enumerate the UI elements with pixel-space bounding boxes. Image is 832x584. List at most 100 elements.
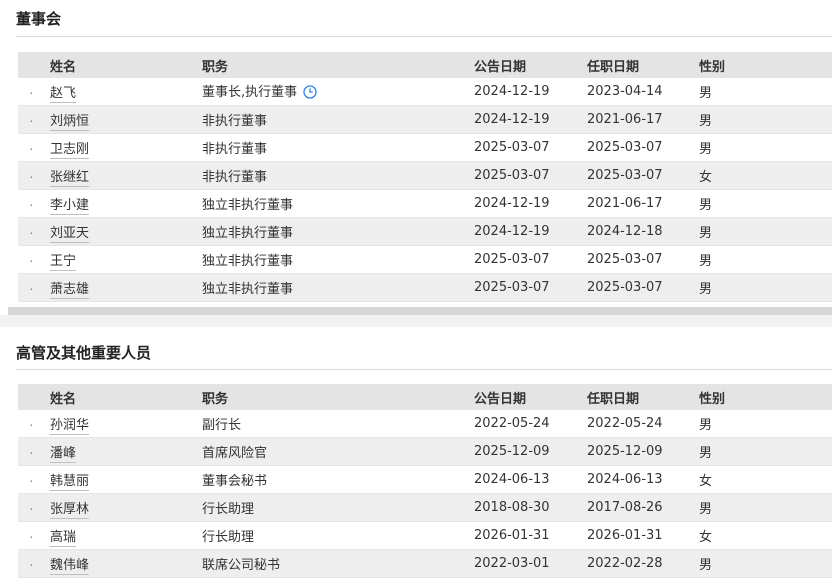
person-name-link[interactable]: 赵飞	[50, 86, 77, 103]
col-header-sex[interactable]: 性别	[699, 52, 832, 78]
table-row[interactable]: 李小建 独立非执行董事 2024-12-19 2021-06-17 男	[18, 189, 832, 218]
person-name-link[interactable]: 萧志雄	[50, 282, 90, 299]
col-header-post[interactable]: 职务	[170, 384, 474, 410]
table-row[interactable]: 王宁 独立非执行董事 2025-03-07 2025-03-07 男	[18, 245, 832, 274]
expand-triangle-icon[interactable]	[30, 117, 32, 122]
announce-date: 2024-06-13	[474, 472, 550, 487]
table-row[interactable]: 刘亚天 独立非执行董事 2024-12-19 2024-12-18 男	[18, 217, 832, 246]
executives-header-row: 姓名 职务 公告日期 任职日期 性别	[18, 384, 832, 410]
expand-triangle-icon[interactable]	[30, 449, 32, 454]
table-row[interactable]: 萧志雄 独立非执行董事 2025-03-07 2025-03-07 男	[18, 273, 832, 302]
expand-triangle-icon[interactable]	[30, 89, 32, 94]
expand-triangle-icon[interactable]	[30, 145, 32, 150]
table-row[interactable]: 张继红 非执行董事 2025-03-07 2025-03-07 女	[18, 161, 832, 190]
start-date: 2022-02-28	[587, 556, 663, 571]
person-name-link[interactable]: 刘亚天	[50, 226, 90, 243]
board-table: 姓名 职务 公告日期 任职日期 性别 赵飞 董事长,执行董事 2024-12-19 2…	[18, 52, 832, 302]
post-text: 独立非执行董事	[202, 226, 294, 241]
announce-date: 2024-12-19	[474, 84, 550, 99]
executives-title-divider	[16, 369, 832, 370]
announce-date: 2024-12-19	[474, 224, 550, 239]
start-date: 2023-04-14	[587, 84, 663, 99]
executives-title: 高管及其他重要人员	[16, 344, 152, 362]
start-date: 2025-03-07	[587, 280, 663, 295]
col-header-start-date[interactable]: 任职日期	[587, 52, 699, 78]
executives-table: 姓名 职务 公告日期 任职日期 性别 孙润华 副行长 2022-05-24 2022-…	[18, 384, 832, 578]
post-text: 董事会秘书	[202, 474, 268, 489]
sex: 男	[699, 418, 713, 433]
table-row[interactable]: 刘炳恒 非执行董事 2024-12-19 2021-06-17 男	[18, 105, 832, 134]
person-name-link[interactable]: 高瑞	[50, 530, 77, 547]
person-name-link[interactable]: 卫志刚	[50, 142, 90, 159]
clock-icon[interactable]	[303, 84, 317, 103]
post-text: 联席公司秘书	[202, 558, 281, 573]
col-header-post[interactable]: 职务	[170, 52, 474, 78]
table-row[interactable]: 卫志刚 非执行董事 2025-03-07 2025-03-07 男	[18, 133, 832, 162]
person-name-link[interactable]: 张继红	[50, 170, 90, 187]
sex: 男	[699, 446, 713, 461]
sex: 男	[699, 558, 713, 573]
person-name-link[interactable]: 李小建	[50, 198, 90, 215]
col-header-name[interactable]: 姓名	[32, 384, 170, 410]
expand-triangle-icon[interactable]	[30, 505, 32, 510]
post-text: 副行长	[202, 418, 242, 433]
col-header-announce-date[interactable]: 公告日期	[474, 384, 587, 410]
start-date: 2024-12-18	[587, 224, 663, 239]
expand-triangle-icon[interactable]	[30, 421, 32, 426]
sex: 男	[699, 142, 713, 157]
post-text: 行长助理	[202, 530, 255, 545]
table-row[interactable]: 赵飞 董事长,执行董事 2024-12-19 2023-04-14 男	[18, 78, 832, 106]
announce-date: 2025-03-07	[474, 252, 550, 267]
start-date: 2025-03-07	[587, 140, 663, 155]
executives-section: 高管及其他重要人员 姓名 职务 公告日期 任职日期 性别 孙润华 副行长 2022-…	[0, 327, 832, 584]
start-date: 2025-03-07	[587, 252, 663, 267]
col-header-name[interactable]: 姓名	[32, 52, 170, 78]
person-name-link[interactable]: 魏伟峰	[50, 558, 90, 575]
sex: 女	[699, 530, 713, 545]
table-row[interactable]: 高瑞 行长助理 2026-01-31 2026-01-31 女	[18, 521, 832, 550]
section-gap	[0, 315, 832, 327]
table-row[interactable]: 韩慧丽 董事会秘书 2024-06-13 2024-06-13 女	[18, 465, 832, 494]
expand-triangle-icon[interactable]	[30, 229, 32, 234]
col-header-announce-date[interactable]: 公告日期	[474, 52, 587, 78]
expand-triangle-icon[interactable]	[30, 285, 32, 290]
start-date: 2025-03-07	[587, 168, 663, 183]
expand-triangle-icon[interactable]	[30, 201, 32, 206]
post-text: 非执行董事	[202, 142, 268, 157]
expand-triangle-icon[interactable]	[30, 173, 32, 178]
sex: 男	[699, 226, 713, 241]
person-name-link[interactable]: 王宁	[50, 254, 77, 271]
sex: 女	[699, 170, 713, 185]
board-title-divider	[16, 36, 832, 37]
post-text: 首席风险官	[202, 446, 268, 461]
person-name-link[interactable]: 韩慧丽	[50, 474, 90, 491]
announce-date: 2022-03-01	[474, 556, 550, 571]
start-date: 2026-01-31	[587, 528, 663, 543]
table-row[interactable]: 张厚林 行长助理 2018-08-30 2017-08-26 男	[18, 493, 832, 522]
post-text: 行长助理	[202, 502, 255, 517]
expand-triangle-icon[interactable]	[30, 533, 32, 538]
expand-triangle-icon[interactable]	[30, 477, 32, 482]
sex: 男	[699, 254, 713, 269]
person-name-link[interactable]: 孙润华	[50, 418, 90, 435]
board-title: 董事会	[16, 10, 62, 28]
board-section: 董事会 姓名 职务 公告日期 任职日期 性别 赵飞 董事长,执行董事 2024-12…	[0, 0, 832, 307]
start-date: 2024-06-13	[587, 472, 663, 487]
post-text: 非执行董事	[202, 170, 268, 185]
sex: 女	[699, 474, 713, 489]
person-name-link[interactable]: 刘炳恒	[50, 114, 90, 131]
table-row[interactable]: 孙润华 副行长 2022-05-24 2022-05-24 男	[18, 410, 832, 438]
announce-date: 2024-12-19	[474, 112, 550, 127]
table-row[interactable]: 魏伟峰 联席公司秘书 2022-03-01 2022-02-28 男	[18, 549, 832, 578]
person-name-link[interactable]: 潘峰	[50, 446, 77, 463]
expand-triangle-icon[interactable]	[30, 561, 32, 566]
col-header-start-date[interactable]: 任职日期	[587, 384, 699, 410]
announce-date: 2025-03-07	[474, 280, 550, 295]
expand-triangle-icon[interactable]	[30, 257, 32, 262]
col-header-sex[interactable]: 性别	[699, 384, 832, 410]
sex: 男	[699, 114, 713, 129]
announce-date: 2025-12-09	[474, 444, 550, 459]
table-row[interactable]: 潘峰 首席风险官 2025-12-09 2025-12-09 男	[18, 437, 832, 466]
person-name-link[interactable]: 张厚林	[50, 502, 90, 519]
sex: 男	[699, 282, 713, 297]
